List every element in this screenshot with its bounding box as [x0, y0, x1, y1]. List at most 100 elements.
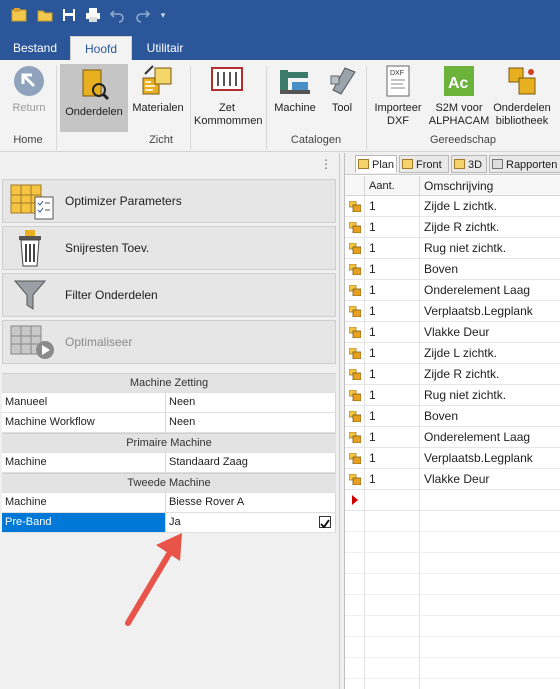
cell-aant[interactable]: 1 — [365, 427, 420, 447]
property-row[interactable]: Machine Workflow Neen — [2, 413, 336, 433]
table-row[interactable]: 1 Onderelement Laag — [345, 280, 560, 301]
cell-omschrijving[interactable]: Zijde R zichtk. — [420, 217, 560, 237]
property-value[interactable]: Biesse Rover A — [166, 493, 336, 512]
property-row[interactable]: Machine Standaard Zaag — [2, 453, 336, 473]
cell-aant[interactable]: 1 — [365, 196, 420, 216]
cell-aant[interactable]: 1 — [365, 322, 420, 342]
table-row[interactable]: 1 Rug niet zichtk. — [345, 238, 560, 259]
tab-front[interactable]: Front — [399, 155, 449, 173]
cell-aant[interactable]: 1 — [365, 469, 420, 489]
row-header[interactable] — [345, 259, 365, 279]
property-value[interactable]: Neen — [166, 393, 336, 412]
table-row[interactable]: 1 Verplaatsb.Legplank — [345, 301, 560, 322]
table-row[interactable]: 1 Boven — [345, 259, 560, 280]
undo-icon[interactable] — [108, 6, 126, 24]
row-header[interactable] — [345, 301, 365, 321]
property-value[interactable]: Neen — [166, 413, 336, 432]
zet-kommommen-button[interactable]: Zet Kommommen — [194, 64, 262, 128]
cell-omschrijving[interactable]: Boven — [420, 259, 560, 279]
cell-omschrijving[interactable]: Vlakke Deur — [420, 322, 560, 342]
row-header[interactable] — [345, 406, 365, 426]
pane-grip-icon[interactable]: ⋮ — [320, 157, 332, 171]
category-header[interactable]: Primaire Machine — [2, 433, 336, 453]
new-row-omschrijving[interactable] — [420, 490, 560, 510]
cell-omschrijving[interactable]: Zijde L zichtk. — [420, 343, 560, 363]
tab-hoofd[interactable]: Hoofd — [70, 36, 132, 60]
table-row[interactable]: 1 Zijde R zichtk. — [345, 217, 560, 238]
table-row[interactable]: 1 Verplaatsb.Legplank — [345, 448, 560, 469]
cell-aant[interactable]: 1 — [365, 364, 420, 384]
table-row[interactable]: 1 Boven — [345, 406, 560, 427]
cell-omschrijving[interactable]: Vlakke Deur — [420, 469, 560, 489]
cell-aant[interactable]: 1 — [365, 343, 420, 363]
property-row[interactable]: Machine Biesse Rover A — [2, 493, 336, 513]
table-row[interactable]: 1 Onderelement Laag — [345, 427, 560, 448]
table-row[interactable]: 1 Vlakke Deur — [345, 469, 560, 490]
cell-omschrijving[interactable]: Onderelement Laag — [420, 427, 560, 447]
filter-onderdelen-button[interactable]: Filter Onderdelen — [2, 273, 336, 317]
category-header[interactable]: Tweede Machine — [2, 473, 336, 493]
row-header[interactable] — [345, 364, 365, 384]
new-row[interactable] — [345, 490, 560, 511]
cell-aant[interactable]: 1 — [365, 238, 420, 258]
table-row[interactable]: 1 Zijde L zichtk. — [345, 343, 560, 364]
table-row[interactable]: 1 Rug niet zichtk. — [345, 385, 560, 406]
materialen-button[interactable]: Materialen — [130, 64, 186, 115]
open-icon[interactable] — [36, 6, 54, 24]
cell-aant[interactable]: 1 — [365, 448, 420, 468]
cell-aant[interactable]: 1 — [365, 217, 420, 237]
customize-icon[interactable]: ▾ — [154, 6, 172, 24]
cell-aant[interactable]: 1 — [365, 385, 420, 405]
tab-plan[interactable]: Plan — [355, 155, 397, 173]
cell-omschrijving[interactable]: Onderelement Laag — [420, 280, 560, 300]
print-icon[interactable] — [84, 6, 102, 24]
row-header[interactable] — [345, 427, 365, 447]
row-header[interactable] — [345, 217, 365, 237]
tool-button[interactable]: Tool — [322, 64, 362, 115]
tab-rapporten[interactable]: Rapporten — [489, 155, 560, 173]
tab-3d[interactable]: 3D — [451, 155, 487, 173]
redo-icon[interactable] — [134, 6, 152, 24]
cell-omschrijving[interactable]: Boven — [420, 406, 560, 426]
cell-aant[interactable]: 1 — [365, 280, 420, 300]
tab-utilitair[interactable]: Utilitair — [138, 36, 192, 60]
save-icon[interactable] — [60, 6, 78, 24]
table-row[interactable]: 1 Zijde L zichtk. — [345, 196, 560, 217]
s2m-alphacam-button[interactable]: Ac S2M voor ALPHACAM — [428, 64, 490, 128]
onderdelen-button[interactable]: Onderdelen — [60, 64, 128, 132]
preband-checkbox[interactable] — [319, 516, 331, 529]
row-header[interactable] — [345, 469, 365, 489]
cell-omschrijving[interactable]: Rug niet zichtk. — [420, 385, 560, 405]
importeer-dxf-button[interactable]: DXF Importeer DXF — [370, 64, 426, 128]
property-value[interactable]: Standaard Zaag — [166, 453, 336, 472]
cell-omschrijving[interactable]: Rug niet zichtk. — [420, 238, 560, 258]
row-header[interactable] — [345, 238, 365, 258]
cell-omschrijving[interactable]: Verplaatsb.Legplank — [420, 301, 560, 321]
category-header[interactable]: Machine Zetting — [2, 373, 336, 393]
row-header[interactable] — [345, 448, 365, 468]
cell-omschrijving[interactable]: Zijde L zichtk. — [420, 196, 560, 216]
cell-aant[interactable]: 1 — [365, 259, 420, 279]
machine-button[interactable]: Machine — [270, 64, 320, 115]
column-header-aant[interactable]: Aant. — [365, 176, 420, 195]
row-header[interactable] — [345, 322, 365, 342]
row-header[interactable] — [345, 280, 365, 300]
property-row[interactable]: Manueel Neen — [2, 393, 336, 413]
table-row[interactable]: 1 Zijde R zichtk. — [345, 364, 560, 385]
column-header-omschrijving[interactable]: Omschrijving — [420, 176, 560, 195]
return-button[interactable]: Return — [6, 64, 52, 115]
cell-omschrijving[interactable]: Verplaatsb.Legplank — [420, 448, 560, 468]
snijresten-toev-button[interactable]: Snijresten Toev. — [2, 226, 336, 270]
cell-omschrijving[interactable]: Zijde R zichtk. — [420, 364, 560, 384]
cell-aant[interactable]: 1 — [365, 301, 420, 321]
row-header[interactable] — [345, 196, 365, 216]
table-row[interactable]: 1 Vlakke Deur — [345, 322, 560, 343]
optimizer-parameters-button[interactable]: Optimizer Parameters — [2, 179, 336, 223]
onderdelen-bibliotheek-button[interactable]: Onderdelen bibliotheek — [490, 64, 554, 128]
optimaliseer-button[interactable]: Optimaliseer — [2, 320, 336, 364]
cell-aant[interactable]: 1 — [365, 406, 420, 426]
row-header[interactable] — [345, 385, 365, 405]
app-icon[interactable] — [10, 6, 28, 24]
new-row-aant[interactable] — [365, 490, 420, 510]
tab-bestand[interactable]: Bestand — [6, 36, 64, 60]
